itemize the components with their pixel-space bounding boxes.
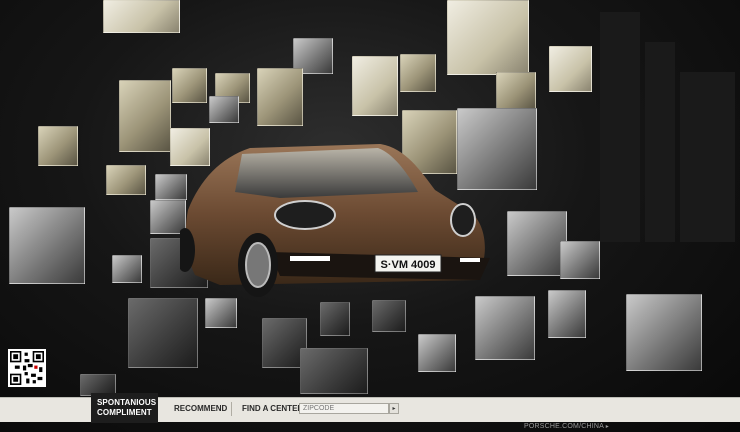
photo-tile[interactable] [626, 294, 702, 371]
qr-code-icon [8, 349, 46, 387]
photo-tile[interactable] [549, 46, 592, 92]
photo-tile[interactable] [38, 126, 78, 166]
photo-tile[interactable] [400, 54, 436, 92]
photo-tile[interactable] [209, 96, 239, 123]
hero-stage: S·VM 4009 SPONTANIOUS COMPLIMENT RECOMME… [0, 0, 740, 432]
photo-tile[interactable] [548, 290, 586, 338]
chevron-right-icon: ▸ [605, 424, 610, 430]
photo-tile[interactable] [9, 207, 85, 284]
toolbar-divider [231, 402, 232, 416]
find-center-label: FIND A CENTER: [242, 404, 306, 413]
skyline-building [680, 72, 735, 242]
photo-tile[interactable] [352, 56, 398, 116]
footer-link-label: PORSCHE.COM/CHINA [524, 423, 604, 430]
photo-tile[interactable] [112, 255, 142, 283]
photo-tile[interactable] [106, 165, 146, 195]
spontanious-compliment-button[interactable]: SPONTANIOUS COMPLIMENT [91, 393, 158, 423]
photo-tile[interactable] [496, 72, 536, 110]
skyline-building [600, 12, 640, 242]
car-image[interactable]: S·VM 4009 [180, 140, 490, 305]
recommend-link[interactable]: RECOMMEND [174, 404, 227, 413]
photo-tile[interactable] [418, 334, 456, 372]
porsche-china-link[interactable]: PORSCHE.COM/CHINA ▸ [524, 423, 609, 430]
arrow-right-icon: ▸ [392, 406, 396, 412]
zipcode-submit-button[interactable]: ▸ [389, 403, 399, 414]
photo-tile[interactable] [257, 68, 303, 126]
photo-tile[interactable] [447, 0, 529, 75]
photo-tile[interactable] [560, 241, 600, 279]
skyline-building [645, 42, 675, 242]
photo-tile[interactable] [128, 298, 198, 368]
photo-tile[interactable] [475, 296, 535, 360]
compliment-line-1: SPONTANIOUS [97, 398, 157, 407]
compliment-line-2: COMPLIMENT [97, 408, 152, 417]
zipcode-input[interactable] [299, 403, 389, 414]
photo-tile[interactable] [300, 348, 368, 394]
photo-tile[interactable] [103, 0, 180, 33]
photo-tile[interactable] [172, 68, 207, 103]
photo-tile[interactable] [507, 211, 567, 276]
photo-tile[interactable] [320, 302, 350, 336]
photo-tile[interactable] [119, 80, 171, 152]
license-plate: S·VM 4009 [380, 259, 435, 271]
